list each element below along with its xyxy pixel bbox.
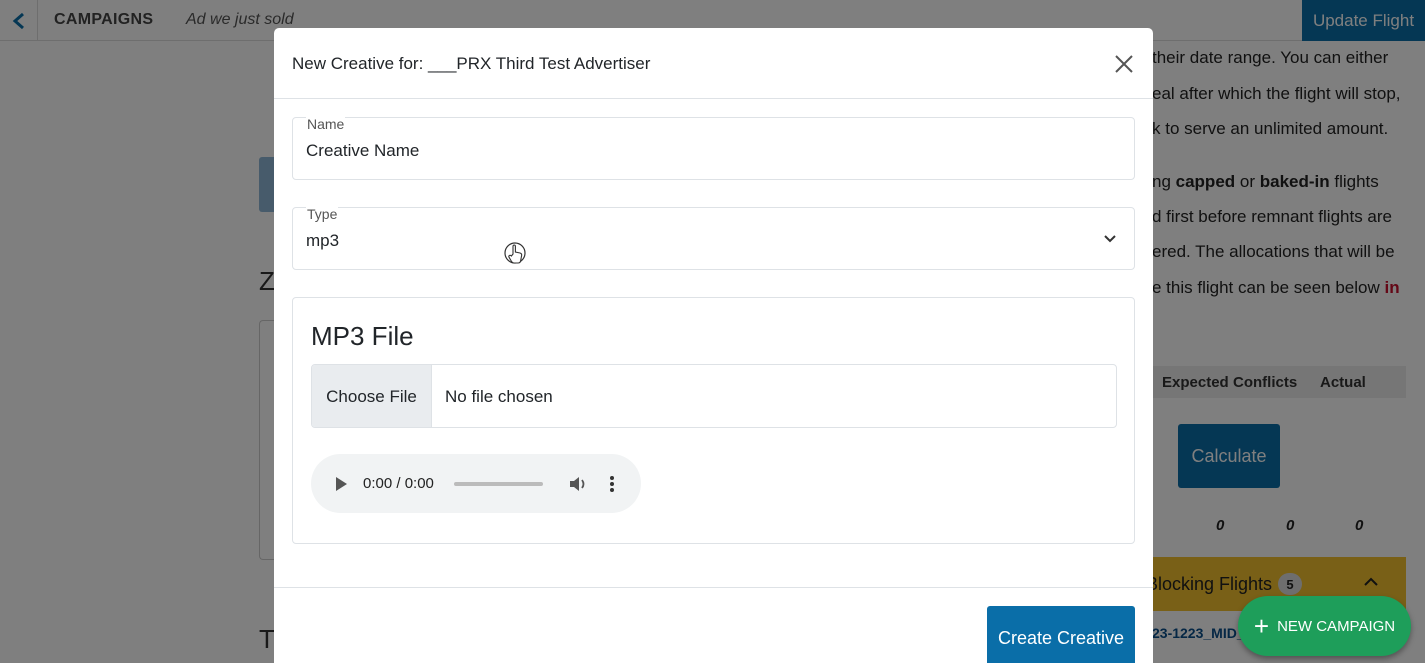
name-field-label: Name [306, 116, 346, 132]
new-campaign-button[interactable]: + NEW CAMPAIGN [1238, 596, 1411, 656]
volume-icon[interactable] [568, 474, 588, 494]
type-select[interactable]: Type mp3 [292, 206, 1135, 270]
name-input[interactable]: Creative Name [306, 141, 419, 161]
mp3-file-card: MP3 File Choose File No file chosen 0:00… [292, 297, 1135, 544]
type-field-label: Type [306, 206, 339, 222]
new-creative-modal: New Creative for: ___PRX Third Test Adve… [274, 28, 1153, 663]
file-input[interactable]: Choose File No file chosen [311, 364, 1117, 428]
more-options-icon[interactable] [606, 474, 618, 494]
hand-pointer-icon [504, 242, 526, 264]
name-field[interactable]: Name Creative Name [292, 116, 1135, 180]
new-campaign-label: NEW CAMPAIGN [1277, 617, 1396, 635]
type-selected-value: mp3 [306, 231, 340, 250]
modal-title: New Creative for: ___PRX Third Test Adve… [292, 54, 651, 73]
modal-footer: Create Creative [274, 587, 1153, 663]
audio-time: 0:00 / 0:00 [363, 475, 434, 492]
mp3-section-title: MP3 File [311, 321, 414, 351]
plus-icon: + [1253, 611, 1270, 641]
close-icon[interactable] [1112, 52, 1136, 76]
create-creative-button[interactable]: Create Creative [987, 606, 1135, 663]
audio-player: 0:00 / 0:00 [311, 454, 641, 513]
chevron-down-icon [1104, 235, 1116, 243]
modal-header: New Creative for: ___PRX Third Test Adve… [274, 28, 1153, 99]
choose-file-button[interactable]: Choose File [312, 365, 432, 427]
audio-progress-track[interactable] [454, 482, 543, 486]
play-icon[interactable] [336, 477, 347, 491]
file-status-text: No file chosen [445, 387, 553, 406]
